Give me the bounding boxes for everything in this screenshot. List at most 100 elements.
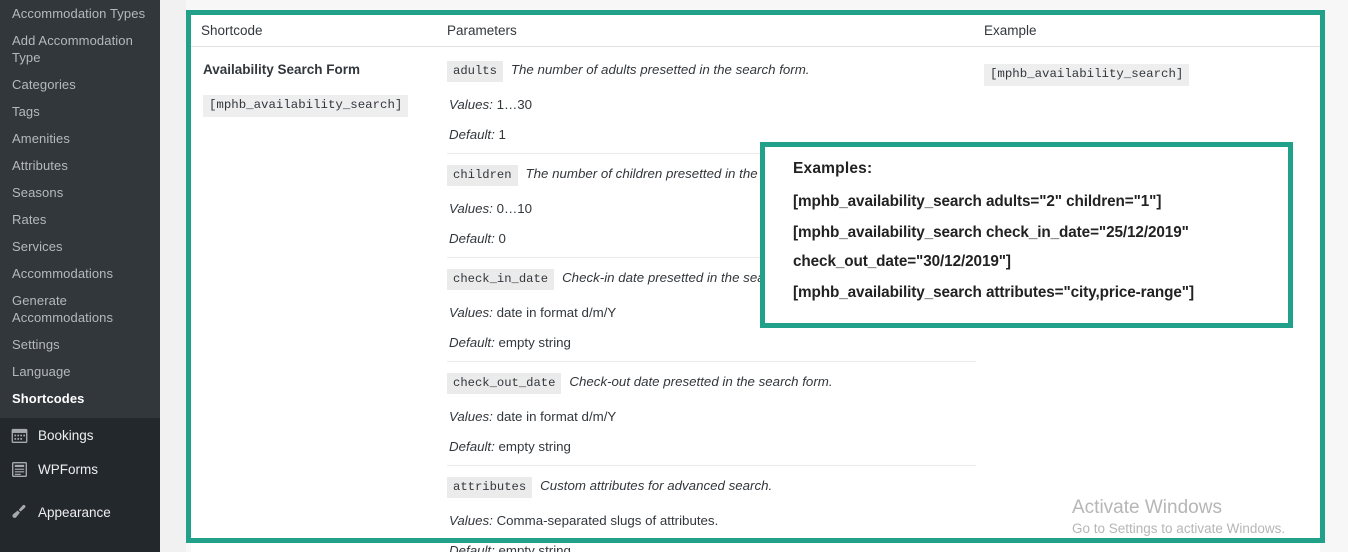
default-label: Default: <box>449 439 495 454</box>
example-line-1: [mphb_availability_search adults="2" chi… <box>793 193 1162 210</box>
sidebar-item-services[interactable]: Services <box>0 233 160 260</box>
sidebar-submenu: Accommodation Types Add Accommodation Ty… <box>0 0 160 418</box>
table-header-row: Shortcode Parameters Example <box>191 15 1320 47</box>
admin-sidebar: Accommodation Types Add Accommodation Ty… <box>0 0 160 552</box>
sidebar-item-label: Accommodation Types <box>12 6 146 21</box>
parameter-name: adults <box>447 61 503 82</box>
parameter-check-out-date: check_out_date Check-out date presetted … <box>447 361 976 465</box>
parameter-default: Default: empty string <box>447 543 976 552</box>
parameter-default: Default: 1 <box>447 127 976 142</box>
column-header-example: Example <box>984 23 1037 38</box>
values-value: date in format d/m/Y <box>496 305 617 320</box>
sidebar-item-seasons[interactable]: Seasons <box>0 179 160 206</box>
values-label: Values: <box>449 201 493 216</box>
form-icon <box>9 459 29 479</box>
sidebar-item-accommodations[interactable]: Accommodations <box>0 260 160 287</box>
values-value: Comma-separated slugs of attributes. <box>496 513 719 528</box>
sidebar-item-add-accommodation-type[interactable]: Add Accommodation Type <box>0 27 160 71</box>
values-value: 1…30 <box>496 97 533 112</box>
default-value: empty string <box>498 543 571 552</box>
values-label: Values: <box>449 97 493 112</box>
parameter-name: attributes <box>447 477 533 498</box>
sidebar-item-generate-accommodations[interactable]: Generate Accommodations <box>0 287 160 331</box>
sidebar-item-label: Shortcodes <box>12 391 85 406</box>
parameter-default: Default: empty string <box>447 439 976 454</box>
default-value: 1 <box>498 127 506 142</box>
shortcode-code-wrap: [mphb_availability_search] <box>201 95 439 117</box>
sidebar-item-rates[interactable]: Rates <box>0 206 160 233</box>
sidebar-item-appearance[interactable]: Appearance <box>0 495 160 529</box>
values-label: Values: <box>449 513 493 528</box>
default-label: Default: <box>449 543 495 552</box>
shortcode-code: [mphb_availability_search] <box>203 95 409 117</box>
column-header-parameters: Parameters <box>447 23 517 38</box>
sidebar-item-label: Services <box>12 239 63 254</box>
sidebar-item-label: Amenities <box>12 131 70 146</box>
calendar-icon <box>9 425 29 445</box>
sidebar-item-bookings[interactable]: Bookings <box>0 418 160 452</box>
example-code: [mphb_availability_search] <box>984 64 1190 86</box>
parameter-default: Default: empty string <box>447 335 976 350</box>
cell-shortcode: Availability Search Form [mphb_availabil… <box>191 47 439 552</box>
parameter-values: Values: 1…30 <box>447 97 976 112</box>
sidebar-item-label: Attributes <box>12 158 68 173</box>
example-line-2: [mphb_availability_search check_in_date=… <box>793 224 1189 241</box>
sidebar-item-amenities[interactable]: Amenities <box>0 125 160 152</box>
sidebar-item-label: Rates <box>12 212 47 227</box>
sidebar-item-label: Language <box>12 364 71 379</box>
default-label: Default: <box>449 335 495 350</box>
sidebar-item-label: Accommodations <box>12 266 114 281</box>
sidebar-item-accommodation-types[interactable]: Accommodation Types <box>0 0 160 27</box>
default-value: empty string <box>498 335 571 350</box>
examples-callout-content: Examples: [mphb_availability_search adul… <box>765 147 1288 318</box>
parameter-name: check_in_date <box>447 269 555 290</box>
examples-callout: Examples: [mphb_availability_search adul… <box>760 142 1293 328</box>
values-label: Values: <box>449 305 493 320</box>
values-value: date in format d/m/Y <box>496 409 617 424</box>
parameter-head: check_out_date Check-out date presetted … <box>447 373 976 394</box>
example-code-wrap: [mphb_availability_search] <box>984 64 1320 86</box>
sidebar-item-categories[interactable]: Categories <box>0 71 160 98</box>
parameter-adults: adults The number of adults presetted in… <box>447 61 976 153</box>
sidebar-item-tags[interactable]: Tags <box>0 98 160 125</box>
parameter-name: check_out_date <box>447 373 562 394</box>
sidebar-item-label: Bookings <box>38 427 94 443</box>
shortcode-title: Availability Search Form <box>203 62 361 77</box>
column-header-shortcode: Shortcode <box>201 23 263 38</box>
sidebar-item-settings[interactable]: Settings <box>0 331 160 358</box>
default-label: Default: <box>449 231 495 246</box>
sidebar-item-wpforms[interactable]: WPForms <box>0 452 160 486</box>
default-label: Default: <box>449 127 495 142</box>
sidebar-item-shortcodes[interactable]: Shortcodes <box>0 385 160 412</box>
paintbrush-icon <box>9 502 29 522</box>
table-highlight-box-bottom <box>186 538 1325 543</box>
default-value: empty string <box>498 439 571 454</box>
default-value: 0 <box>498 231 506 246</box>
sidebar-item-language[interactable]: Language <box>0 358 160 385</box>
example-line-3: [mphb_availability_search attributes="ci… <box>793 284 1194 301</box>
screen: Accommodation Types Add Accommodation Ty… <box>0 0 1348 552</box>
parameter-description: The number of adults presetted in the se… <box>510 62 810 77</box>
parameter-description: Custom attributes for advanced search. <box>540 478 773 493</box>
sidebar-separator <box>0 486 160 495</box>
sidebar-item-label: Appearance <box>38 504 111 520</box>
sidebar-item-label: Seasons <box>12 185 64 200</box>
content-gap <box>160 0 186 552</box>
parameter-description: Check-out date presetted in the search f… <box>569 374 833 389</box>
parameter-head: adults The number of adults presetted in… <box>447 61 976 82</box>
values-label: Values: <box>449 409 493 424</box>
sidebar-item-label: Tags <box>12 104 40 119</box>
parameter-values: Values: date in format d/m/Y <box>447 409 976 424</box>
sidebar-item-label: WPForms <box>38 461 98 477</box>
sidebar-item-label: Add Accommodation Type <box>12 33 133 65</box>
sidebar-item-label: Settings <box>12 337 60 352</box>
example-line-2-continued: check_out_date="30/12/2019"] <box>793 253 1011 270</box>
sidebar-item-attributes[interactable]: Attributes <box>0 152 160 179</box>
examples-title: Examples: <box>793 160 873 177</box>
sidebar-item-label: Categories <box>12 77 76 92</box>
parameter-values: Values: Comma-separated slugs of attribu… <box>447 513 976 528</box>
page-right-margin <box>1330 0 1348 552</box>
sidebar-item-label: Generate Accommodations <box>12 293 114 325</box>
parameter-name: children <box>447 165 518 186</box>
parameter-head: attributes Custom attributes for advance… <box>447 477 976 498</box>
